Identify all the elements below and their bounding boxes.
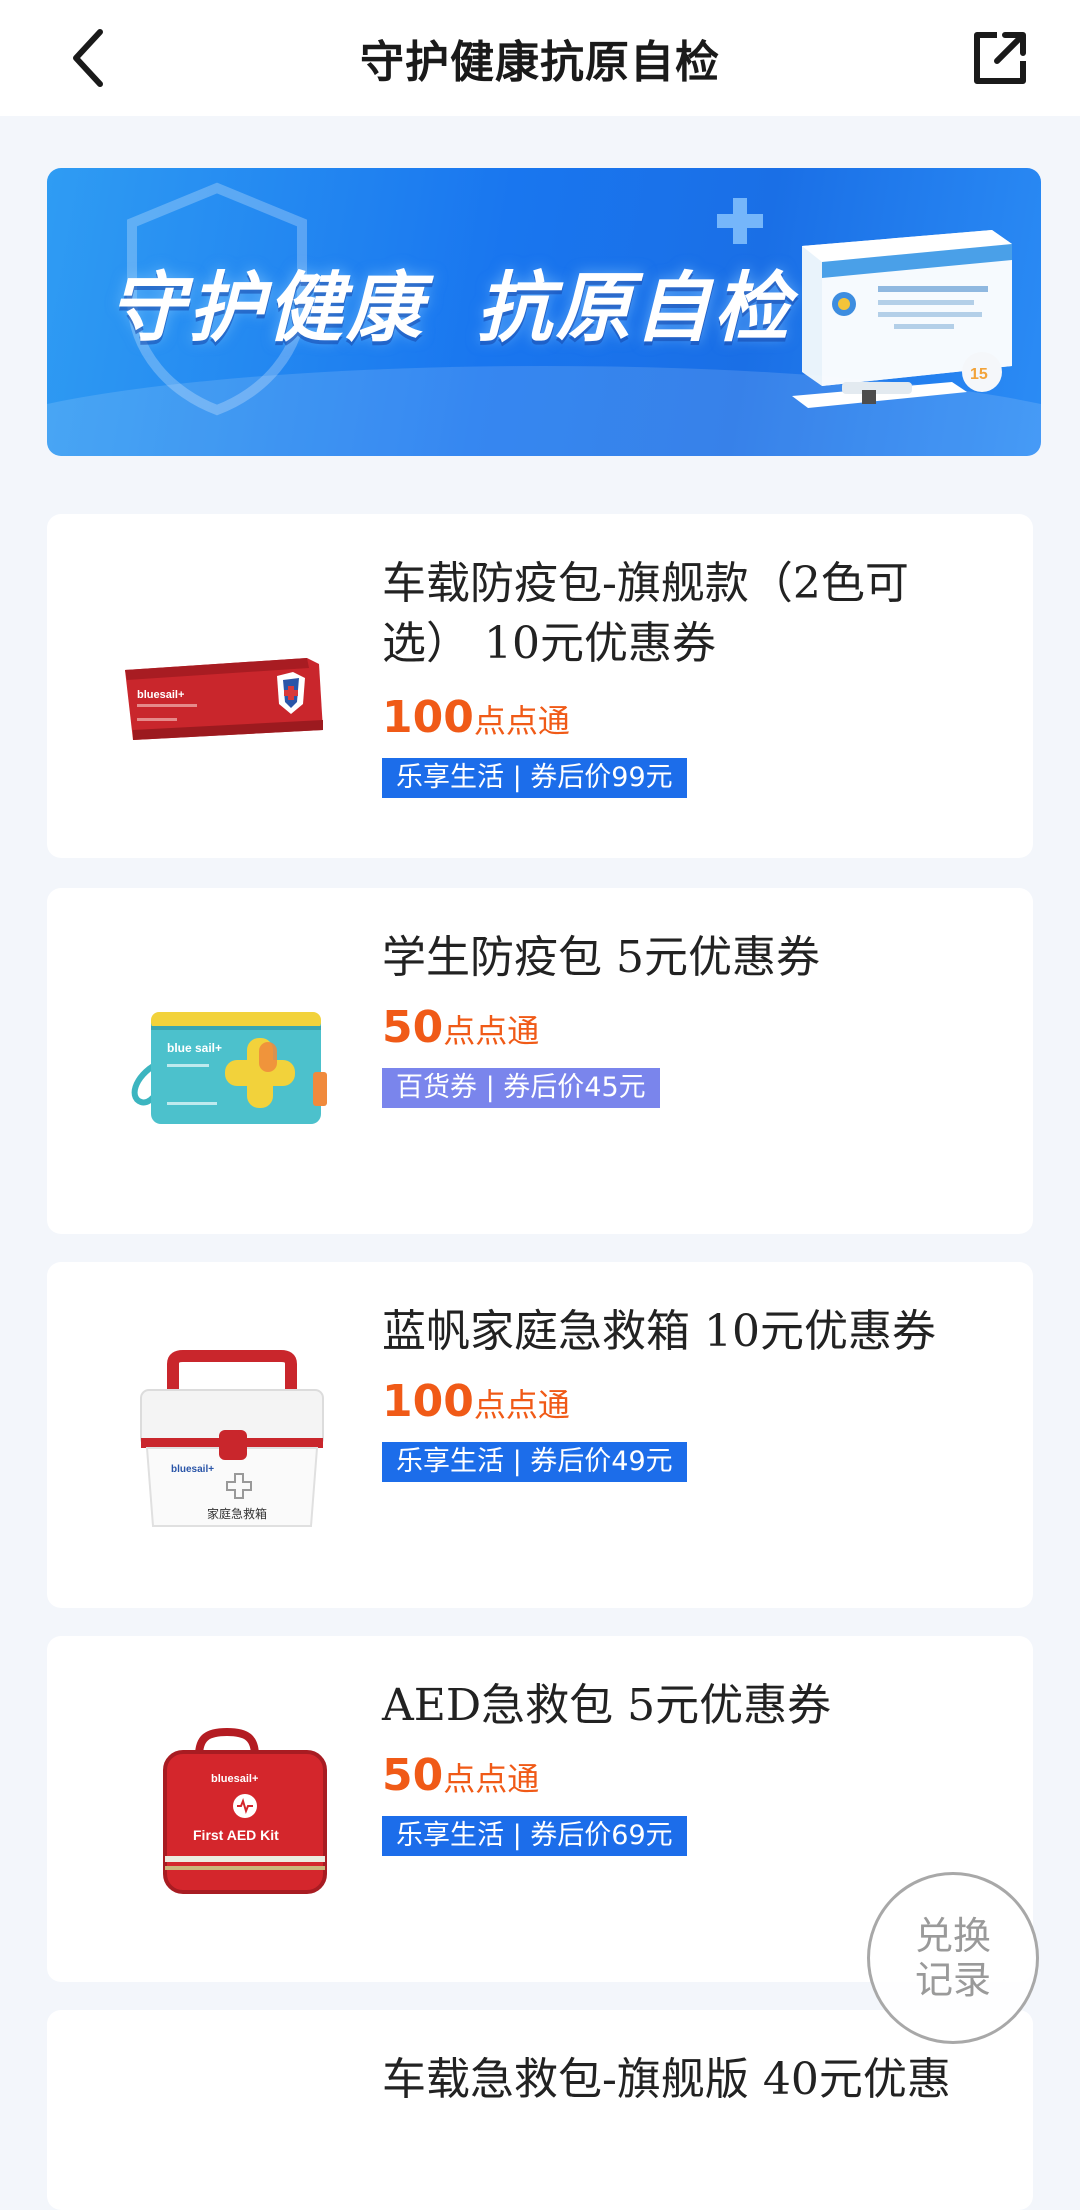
page-title: 守护健康抗原自检 [360,37,720,88]
product-image: blue sail+ [107,952,347,1162]
points-unit: 点点通 [443,1760,540,1798]
svg-text:bluesail+: bluesail+ [171,1464,214,1475]
product-name: AED急救包 5元优惠券 [382,1680,832,1731]
points-unit: 点点通 [473,702,570,740]
points-value: 100 [382,692,474,743]
points-price: 100点点通 [382,1376,570,1427]
exchange-record-label: 兑换记录 [914,1914,991,2002]
product-card[interactable]: blue sail+ 学生防疫包 5元优惠券 50点点通 百货券 | 券后价45… [47,888,1033,1234]
aed-bag-image: bluesail+ First AED Kit [163,1727,327,1894]
coupon-tag: 百货券 | 券后价45元 [382,1068,660,1108]
plus-icon [717,198,763,244]
svg-text:bluesail+: bluesail+ [137,689,184,701]
coupon-tag: 乐享生活 | 券后价49元 [382,1442,687,1482]
coupon-tag: 乐享生活 | 券后价69元 [382,1816,687,1856]
share-external-icon [974,32,1026,84]
banner-headline: 守护健康 抗原自检 [109,263,793,352]
svg-text:15: 15 [970,366,988,383]
svg-text:bluesail+: bluesail+ [211,1773,258,1785]
svg-text:First AED Kit: First AED Kit [193,1827,279,1843]
points-unit: 点点通 [443,1012,540,1050]
points-value: 100 [382,1376,474,1427]
svg-text:家庭急救箱: 家庭急救箱 [207,1506,267,1521]
share-button[interactable] [960,18,1040,98]
coupon-tag: 乐享生活 | 券后价99元 [382,758,687,798]
test-kit-box-image: 15 [792,230,1012,408]
points-price: 100点点通 [382,692,570,743]
product-image: bluesail+ [107,580,347,790]
first-aid-box-image: bluesail+ 家庭急救箱 [140,1350,324,1527]
product-name: 学生防疫包 5元优惠券 [382,932,820,983]
product-card[interactable]: bluesail+ 车载防疫包-旗舰款（2色可选） 10元优惠券 100点点通 … [47,514,1033,858]
product-image: bluesail+ 家庭急救箱 [107,1328,347,1538]
points-unit: 点点通 [473,1386,570,1424]
product-name: 车载急救包-旗舰版 40元优惠 [382,2054,951,2105]
points-price: 50点点通 [382,1750,539,1801]
svg-text:blue sail+: blue sail+ [167,1041,222,1055]
points-value: 50 [382,1750,444,1801]
points-price: 50点点通 [382,1002,539,1053]
points-value: 50 [382,1002,444,1053]
product-image: bluesail+ First AED Kit [107,1702,347,1912]
product-card[interactable]: bluesail+ 家庭急救箱 蓝帆家庭急救箱 10元优惠券 100点点通 乐享… [47,1262,1033,1608]
red-pouch-image: bluesail+ [125,658,323,740]
product-card[interactable]: 车载急救包-旗舰版 40元优惠 [47,2010,1033,2210]
promo-banner[interactable]: 守护健康 抗原自检 15 [47,168,1041,456]
exchange-record-button[interactable]: 兑换记录 [867,1872,1039,2044]
product-name: 车载防疫包-旗舰款（2色可选） 10元优惠券 [382,558,909,669]
product-name: 蓝帆家庭急救箱 10元优惠券 [382,1306,936,1357]
top-nav-bar: 守护健康抗原自检 [0,0,1080,116]
teal-pouch-image: blue sail+ [131,1012,327,1124]
